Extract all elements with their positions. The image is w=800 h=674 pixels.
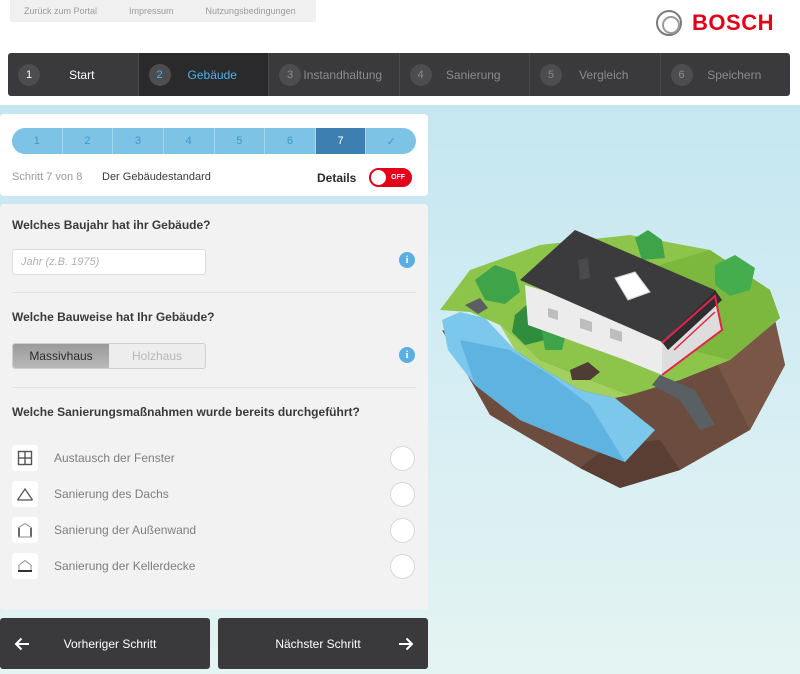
option-holzhaus[interactable]: Holzhaus [109, 344, 205, 368]
basement-icon [12, 553, 38, 579]
measure-label: Sanierung der Kellerdecke [54, 559, 196, 573]
substep-2[interactable]: 2 [63, 128, 114, 154]
nav-step-gebaeude[interactable]: 2 Gebäude [138, 53, 269, 96]
nav-step-vergleich[interactable]: 5 Vergleich [530, 53, 661, 96]
link-back-portal[interactable]: Zurück zum Portal [24, 6, 97, 16]
toggle-knob [371, 170, 386, 185]
nav-step-number: 6 [670, 63, 693, 86]
nav-step-number: 2 [148, 63, 171, 86]
substep-3[interactable]: 3 [113, 128, 164, 154]
measure-row[interactable]: Sanierung der Kellerdecke [12, 552, 416, 580]
substep-7[interactable]: 7 [315, 128, 367, 154]
previous-step-label: Vorheriger Schritt [63, 636, 157, 651]
step-title: Der Gebäudestandard [102, 171, 211, 183]
substep-6[interactable]: 6 [265, 128, 316, 154]
nav-step-number: 4 [409, 63, 432, 86]
measure-row[interactable]: Sanierung der Außenwand [12, 516, 416, 544]
measure-label: Sanierung des Dachs [54, 487, 169, 501]
link-terms[interactable]: Nutzungsbedingungen [206, 6, 296, 16]
substep-5[interactable]: 5 [215, 128, 266, 154]
substep-done[interactable]: ✓ [366, 128, 416, 154]
nav-step-instandhaltung[interactable]: 3 Instandhaltung [269, 53, 400, 96]
divider [12, 292, 416, 293]
measure-label: Austausch der Fenster [54, 451, 175, 465]
measure-label: Sanierung der Außenwand [54, 523, 197, 537]
bosch-armature-icon [656, 10, 683, 36]
brand-name: BOSCH [692, 10, 774, 35]
arrow-left-icon [0, 637, 44, 651]
details-toggle[interactable]: OFF [369, 168, 412, 187]
info-icon[interactable]: i [399, 347, 415, 363]
measure-radio[interactable] [390, 553, 415, 579]
next-step-label: Nächster Schritt [275, 636, 361, 651]
arrow-right-icon [384, 637, 428, 651]
nav-step-label: Instandhaltung [303, 67, 383, 82]
details-label: Details [317, 171, 357, 185]
nav-step-label: Vergleich [579, 67, 629, 82]
nav-step-start[interactable]: 1 Start [8, 53, 139, 96]
roof-icon [12, 481, 38, 507]
nav-step-label: Gebäude [187, 67, 237, 82]
construction-selector: Massivhaus Holzhaus [12, 343, 206, 369]
measure-radio[interactable] [390, 481, 415, 507]
bosch-logo: BOSCH [656, 10, 774, 36]
next-step-button[interactable]: Nächster Schritt [218, 618, 428, 669]
form-panel: Welches Baujahr hat ihr Gebäude? i Welch… [0, 204, 428, 610]
nav-step-label: Start [69, 67, 95, 82]
measure-row[interactable]: Austausch der Fenster [12, 444, 416, 472]
substep-4[interactable]: 4 [164, 128, 215, 154]
option-massivhaus[interactable]: Massivhaus [13, 344, 109, 368]
main-navigation: 1 Start 2 Gebäude 3 Instandhaltung 4 San… [8, 53, 790, 96]
top-links: Zurück zum Portal Impressum Nutzungsbedi… [10, 0, 316, 22]
wall-icon [12, 517, 38, 543]
header: Zurück zum Portal Impressum Nutzungsbedi… [0, 0, 800, 105]
window-icon [12, 445, 38, 471]
house-island-illustration [430, 200, 800, 500]
nav-step-sanierung[interactable]: 4 Sanierung [400, 53, 530, 96]
year-input[interactable] [12, 249, 206, 275]
substep-1[interactable]: 1 [12, 128, 63, 154]
question-measures: Welche Sanierungsmaßnahmen wurde bereits… [12, 405, 360, 419]
substep-progress: 1 2 3 4 5 6 7 ✓ [12, 128, 416, 154]
nav-step-number: 5 [540, 63, 562, 86]
toggle-state: OFF [391, 174, 405, 181]
nav-step-number: 3 [279, 63, 301, 86]
question-year: Welches Baujahr hat ihr Gebäude? [12, 218, 211, 232]
question-construction: Welche Bauweise hat Ihr Gebäude? [12, 310, 215, 324]
measure-row[interactable]: Sanierung des Dachs [12, 480, 416, 508]
info-icon[interactable]: i [399, 252, 415, 268]
measure-radio[interactable] [390, 517, 415, 543]
measure-radio[interactable] [390, 445, 415, 471]
link-impressum[interactable]: Impressum [129, 6, 174, 16]
nav-step-speichern[interactable]: 6 Speichern [661, 53, 791, 96]
nav-step-number: 1 [18, 63, 40, 86]
step-counter: Schritt 7 von 8 [12, 171, 83, 183]
nav-step-label: Sanierung [445, 67, 501, 82]
divider [12, 387, 416, 388]
previous-step-button[interactable]: Vorheriger Schritt [0, 618, 210, 669]
nav-step-label: Speichern [707, 67, 762, 82]
substep-panel: 1 2 3 4 5 6 7 ✓ Schritt 7 von 8 Der Gebä… [0, 114, 428, 196]
